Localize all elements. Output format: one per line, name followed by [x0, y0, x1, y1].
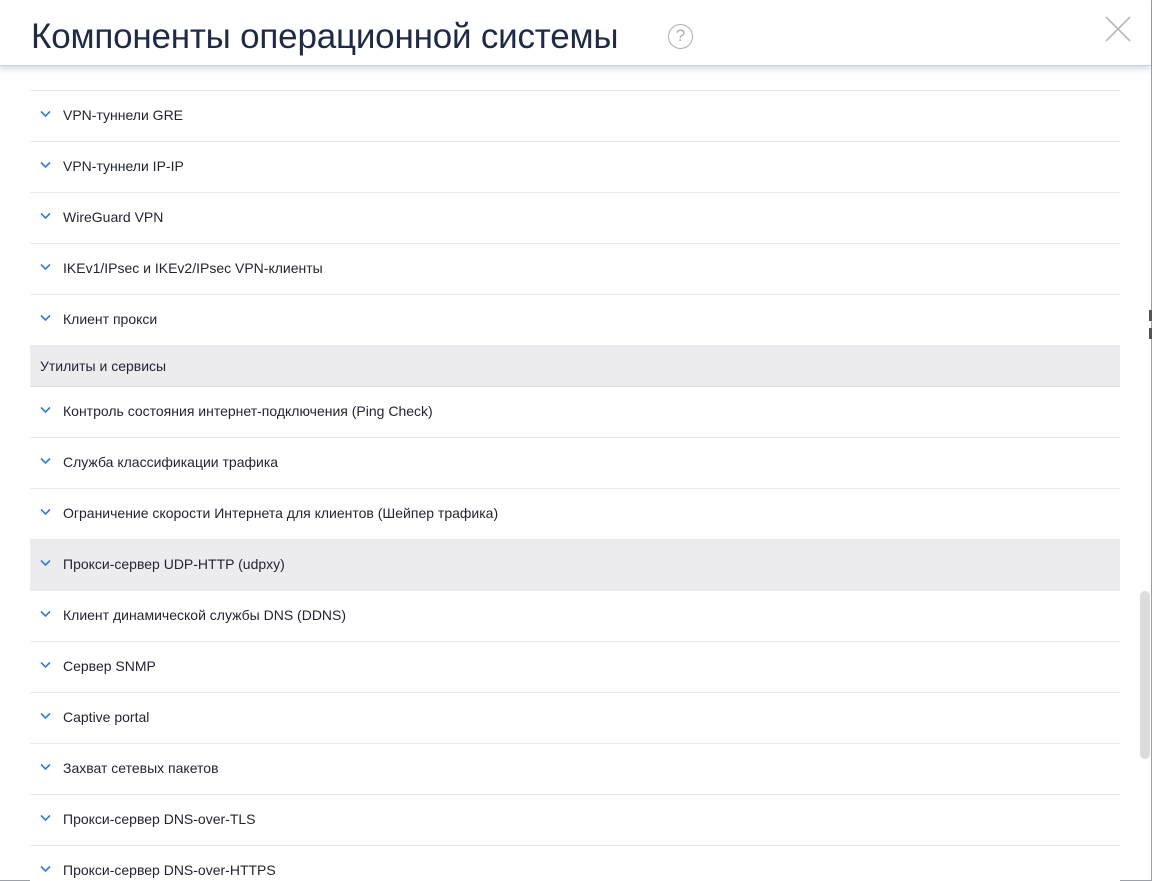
component-row-vpn-ipip[interactable]: VPN-туннели IP-IP: [30, 142, 1120, 193]
dialog-header: Компоненты операционной системы ?: [0, 0, 1151, 66]
component-row-wireguard[interactable]: WireGuard VPN: [30, 193, 1120, 244]
component-label: Клиент динамической службы DNS (DDNS): [63, 607, 347, 623]
chevron-down-icon: [40, 865, 51, 873]
component-row-captive-portal[interactable]: Captive portal: [30, 693, 1120, 744]
question-circle-icon[interactable]: ?: [668, 24, 693, 49]
components-scroll-area[interactable]: VPN-туннели GRE VPN-туннели IP-IP WireGu…: [0, 66, 1151, 881]
component-label: Ограничение скорости Интернета для клиен…: [63, 505, 499, 521]
component-label: Прокси-сервер DNS-over-HTTPS: [63, 862, 276, 878]
chevron-down-icon: [40, 712, 51, 720]
component-row-packet-capture[interactable]: Захват сетевых пакетов: [30, 744, 1120, 795]
section-header-utilities: Утилиты и сервисы: [30, 346, 1120, 387]
chevron-down-icon: [40, 508, 51, 516]
component-label: VPN-туннели GRE: [63, 107, 184, 123]
chevron-down-icon: [40, 763, 51, 771]
chevron-down-icon: [40, 110, 51, 118]
component-label: Клиент прокси: [63, 311, 158, 327]
chevron-down-icon: [40, 161, 51, 169]
components-list: VPN-туннели GRE VPN-туннели IP-IP WireGu…: [30, 90, 1120, 881]
component-label: Контроль состояния интернет-подключения …: [63, 403, 433, 419]
page-title: Компоненты операционной системы: [31, 17, 619, 56]
component-label: Служба классификации трафика: [63, 454, 279, 470]
vertical-scrollbar-thumb[interactable]: [1140, 591, 1150, 759]
component-row-vpn-gre[interactable]: VPN-туннели GRE: [30, 91, 1120, 142]
component-label: Прокси-сервер DNS-over-TLS: [63, 811, 256, 827]
chevron-down-icon: [40, 610, 51, 618]
component-row-ddns[interactable]: Клиент динамической службы DNS (DDNS): [30, 591, 1120, 642]
chevron-down-icon: [40, 212, 51, 220]
component-label: VPN-туннели IP-IP: [63, 158, 184, 174]
os-components-dialog: Компоненты операционной системы ? VPN-ту…: [0, 0, 1152, 881]
chevron-down-icon: [40, 814, 51, 822]
component-label: WireGuard VPN: [63, 209, 164, 225]
chevron-down-icon: [40, 559, 51, 567]
component-label: Сервер SNMP: [63, 658, 156, 674]
component-row-dns-over-https[interactable]: Прокси-сервер DNS-over-HTTPS: [30, 846, 1120, 881]
component-label: Захват сетевых пакетов: [63, 760, 219, 776]
chevron-down-icon: [40, 661, 51, 669]
component-row-ping-check[interactable]: Контроль состояния интернет-подключения …: [30, 387, 1120, 438]
chevron-down-icon: [40, 457, 51, 465]
component-row-udpxy[interactable]: Прокси-сервер UDP-HTTP (udpxy): [30, 540, 1120, 591]
component-row-proxy-client[interactable]: Клиент прокси: [30, 295, 1120, 346]
component-row-traffic-shaper[interactable]: Ограничение скорости Интернета для клиен…: [30, 489, 1120, 540]
component-row-dns-over-tls[interactable]: Прокси-сервер DNS-over-TLS: [30, 795, 1120, 846]
chevron-down-icon: [40, 314, 51, 322]
component-label: IKEv1/IPsec и IKEv2/IPsec VPN-клиенты: [63, 260, 323, 276]
close-icon[interactable]: [1104, 15, 1132, 43]
component-label: Прокси-сервер UDP-HTTP (udpxy): [63, 556, 285, 572]
component-row-traffic-classifier[interactable]: Служба классификации трафика: [30, 438, 1120, 489]
chevron-down-icon: [40, 406, 51, 414]
section-title: Утилиты и сервисы: [40, 358, 167, 374]
chevron-down-icon: [40, 263, 51, 271]
component-row-snmp[interactable]: Сервер SNMP: [30, 642, 1120, 693]
component-row-ipsec-clients[interactable]: IKEv1/IPsec и IKEv2/IPsec VPN-клиенты: [30, 244, 1120, 295]
component-label: Captive portal: [63, 709, 150, 725]
